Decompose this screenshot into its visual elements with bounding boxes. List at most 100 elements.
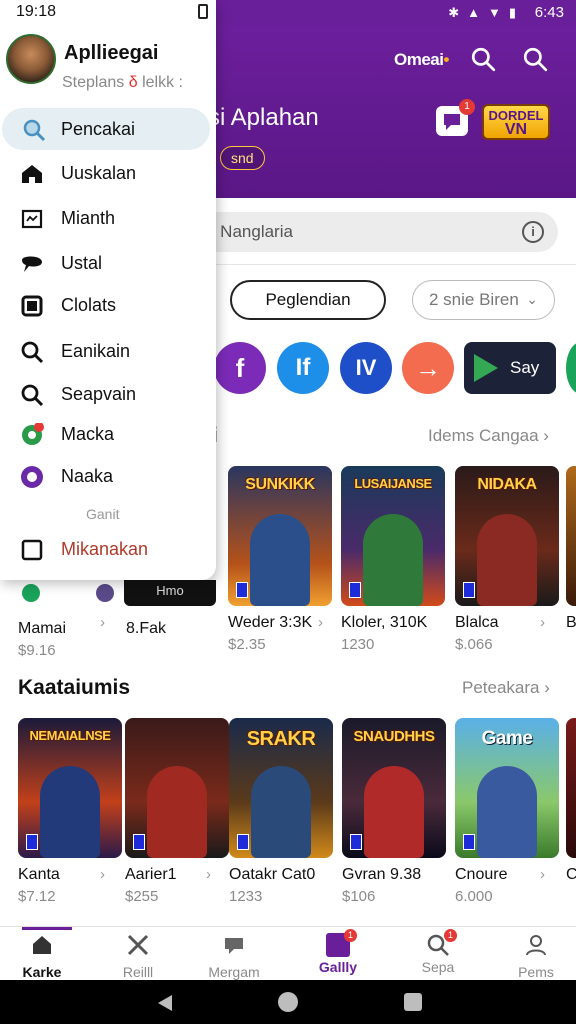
drawer-item-ustal[interactable]: Ustal (0, 242, 216, 284)
search-icon (21, 384, 44, 407)
facebook-alt-icon[interactable]: If (277, 342, 329, 394)
chevron-right-icon: › (100, 614, 105, 631)
page-title: si Aplahan (208, 104, 319, 131)
game-card[interactable]: SNAUDHHS Gvran 9.38 $106 (342, 718, 446, 905)
filter-select[interactable]: 2 snie Biren ⌄ (412, 280, 555, 320)
search-icon-secondary[interactable] (522, 46, 548, 72)
chat-icon (225, 938, 243, 954)
brand-logo[interactable]: Omeai• (394, 50, 449, 70)
status-time: 19:18 (16, 3, 57, 20)
iv-icon[interactable]: IV (340, 342, 392, 394)
status-time: 6:43 (534, 4, 564, 21)
filter-pill-active[interactable]: Peglendian (230, 280, 386, 320)
drawer-item-uuskalan[interactable]: Uuskalan (0, 152, 216, 194)
game-art: NEMAIALNSE (18, 718, 122, 858)
drawer-item-pencakai[interactable]: Pencakai (2, 108, 210, 150)
message-button[interactable]: 1 (436, 99, 475, 136)
chat-bubble-icon (22, 256, 42, 272)
game-card[interactable]: NEMAIALNSE Kanta $7.12 (18, 718, 122, 905)
game-art: SNAUDHHS (342, 718, 446, 858)
image-icon (21, 209, 43, 229)
nav-item-games[interactable]: Reilll (98, 933, 178, 980)
nav-badge: 1 (344, 929, 357, 942)
game-art: Game (455, 718, 559, 858)
game-logo[interactable]: DORDEL VN (482, 104, 550, 140)
drawer-item-naaka[interactable]: Naaka (0, 455, 216, 497)
user-name: Apllieegai (64, 42, 159, 64)
battery-icon (198, 4, 208, 19)
info-icon[interactable]: i (522, 221, 544, 243)
game-card[interactable]: SUNKIKK Weder 3:3K $2.35 (228, 466, 332, 653)
game-card[interactable]: Mamai $9.16 (18, 612, 122, 659)
chevron-right-icon: › (540, 866, 545, 883)
section-link[interactable]: Peteakara › (462, 678, 550, 698)
game-card[interactable]: SRAKR Oatakr Cat0 1233 (229, 718, 333, 905)
game-art: NIDAKA (455, 466, 559, 606)
game-art: SRAKR (229, 718, 333, 858)
swords-icon (127, 934, 149, 956)
nav-item-search[interactable]: 1 Sepa (398, 929, 478, 975)
share-arrow-icon[interactable]: → (402, 342, 454, 394)
search-icon[interactable] (470, 46, 496, 72)
play-icon (474, 354, 498, 382)
drawer-item-seapvain[interactable]: Seapvain (0, 373, 216, 415)
bookmark-icon: 1 (326, 929, 357, 957)
bottom-nav: Karke Reilll Mergam 1 Gallly 1 Sepa Pems (0, 926, 576, 980)
system-nav-bar (0, 980, 576, 1024)
drawer-item-mianth[interactable]: Mianth (0, 197, 216, 239)
search-input[interactable]: g Nanglaria i (180, 212, 558, 252)
nav-item-profile[interactable]: Pems (496, 933, 576, 980)
partial-icon (22, 584, 40, 602)
app-icon-partial[interactable] (566, 342, 576, 394)
partial-icon (96, 584, 114, 602)
drawer-section-label: Ganit (86, 506, 120, 522)
facebook-icon[interactable]: f (214, 342, 266, 394)
chevron-right-icon: › (540, 614, 545, 631)
status-icons: ✱ ▲ ▼ ▮ (448, 5, 516, 21)
square-icon (21, 295, 43, 317)
back-icon[interactable] (158, 995, 172, 1011)
navigation-drawer: 19:18 Apllieegai Steplans δ lelkk : Penc… (0, 0, 216, 580)
search-icon: 1 (426, 929, 457, 957)
home-icon (22, 165, 42, 183)
game-art: LUSAIJANSE (341, 466, 445, 606)
game-art: SUNKIKK (228, 466, 332, 606)
battery-icon: ▮ (508, 5, 516, 20)
signal-icon: ▲ (467, 5, 480, 20)
drawer-item-mikanakan[interactable]: Mikanakan (0, 528, 216, 570)
drawer-item-clolats[interactable]: Clolats (0, 284, 216, 326)
header-chip[interactable]: snd (220, 146, 265, 170)
avatar[interactable] (6, 34, 56, 84)
section-link[interactable]: Idems Cangaa › (428, 426, 549, 446)
chevron-right-icon: › (206, 866, 211, 883)
search-icon (21, 341, 44, 364)
section-title: Kaataiumis (18, 676, 131, 699)
home-icon (33, 936, 51, 954)
game-card-partial[interactable]: C (566, 718, 576, 884)
drawer-item-macka[interactable]: Macka (0, 413, 216, 455)
message-badge: 1 (459, 99, 475, 115)
game-card[interactable]: Aarier1 $255 (125, 718, 229, 905)
drawer-item-eanikain[interactable]: Eanikain (0, 330, 216, 372)
circle-icon (21, 466, 43, 488)
person-icon (526, 935, 546, 956)
nav-indicator (22, 927, 72, 930)
game-card-partial[interactable]: B (566, 466, 576, 632)
nav-item-home[interactable]: Karke (2, 933, 82, 980)
checkbox-icon (21, 539, 43, 561)
bluetooth-icon: ✱ (448, 5, 460, 20)
play-store-button[interactable]: Say (464, 342, 556, 394)
user-subtitle: Steplans δ lelkk : (62, 74, 183, 91)
search-icon (23, 119, 46, 142)
nav-item-community[interactable]: Mergam (194, 933, 274, 980)
chevron-right-icon: › (318, 614, 323, 631)
nav-item-gallery[interactable]: 1 Gallly (298, 929, 378, 975)
nav-badge: 1 (444, 929, 457, 942)
shield-icon (22, 423, 44, 445)
game-card[interactable]: LUSAIJANSE Kloler, 310K 1230 (341, 466, 445, 653)
game-card[interactable]: 8.Fak (126, 612, 230, 638)
game-art (125, 718, 229, 858)
home-button-icon[interactable] (278, 992, 298, 1012)
recents-icon[interactable] (404, 993, 422, 1011)
partial-card: Hmo (124, 580, 216, 606)
